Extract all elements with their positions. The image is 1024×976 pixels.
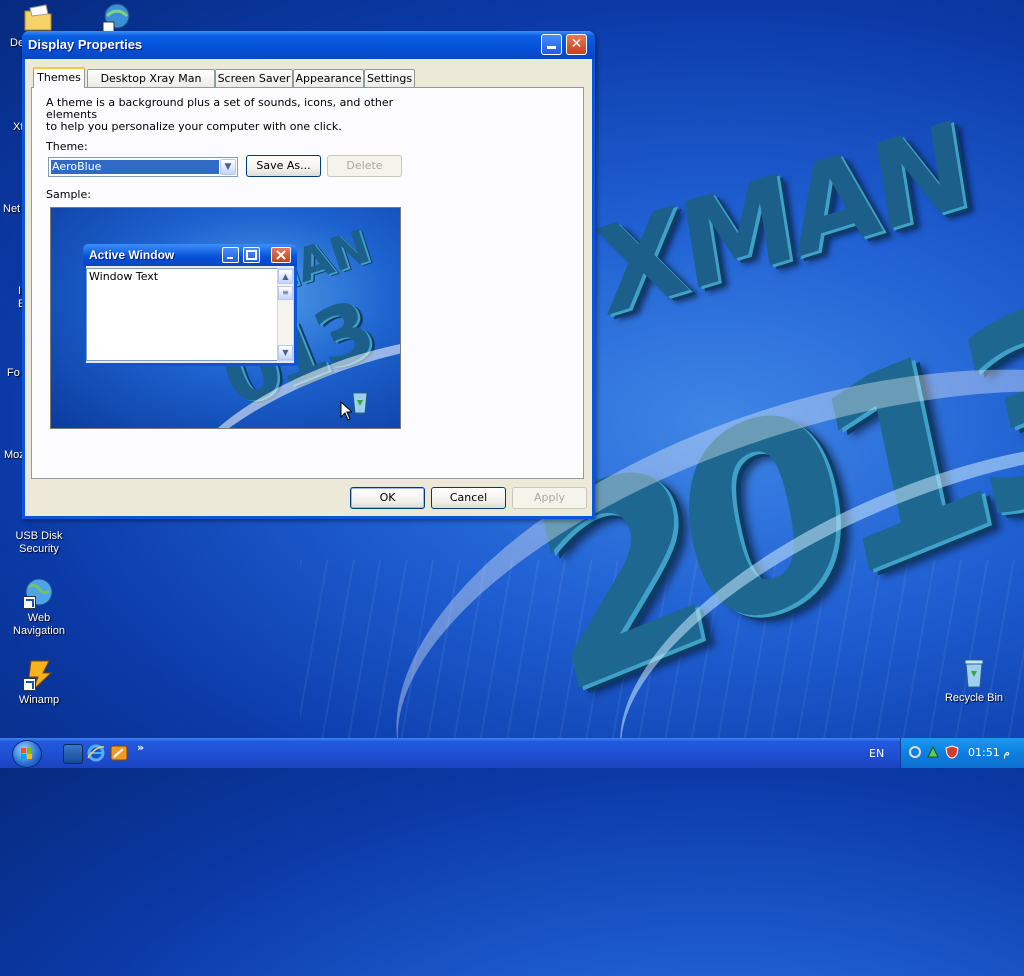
- tab-desktop-xray-man-2013[interactable]: Desktop Xray Man 2013: [87, 69, 215, 102]
- shortcut-arrow-icon: [23, 596, 36, 609]
- language-indicator[interactable]: EN: [869, 747, 884, 760]
- sample-active-window: Active Window Window Text ▲ ≡ ▼: [83, 244, 297, 366]
- desktop-icon-recycle-bin[interactable]: Recycle Bin: [936, 657, 1012, 705]
- chevron-down-icon[interactable]: ▼: [220, 159, 236, 175]
- desktop-icon-web-navigation[interactable]: Web Navigation: [1, 577, 77, 638]
- display-properties-window: Display Properties ✕ Themes Desktop Xray…: [22, 31, 595, 519]
- sample-scrollbar: ▲ ≡ ▼: [277, 268, 294, 361]
- desktop-icon-label: Web Navigation: [13, 612, 65, 637]
- theme-dropdown-value: AeroBlue: [50, 159, 220, 175]
- help-icon: [547, 46, 556, 49]
- tab-appearance[interactable]: Appearance: [293, 69, 364, 87]
- safely-remove-tray-icon[interactable]: [926, 745, 940, 762]
- theme-description: A theme is a background plus a set of so…: [46, 97, 446, 133]
- theme-label: Theme:: [46, 140, 88, 153]
- shortcut-arrow-icon: [23, 678, 36, 691]
- desktop-icon-usb-disk-security[interactable]: USB Disk Security: [1, 520, 77, 556]
- close-icon: [271, 247, 291, 263]
- show-desktop-icon[interactable]: [63, 744, 83, 764]
- dialog-client-area: Themes Desktop Xray Man 2013 Screen Save…: [25, 59, 592, 516]
- minimize-icon: [222, 247, 239, 263]
- folder-icon: [22, 2, 54, 34]
- tab-screen-saver[interactable]: Screen Saver: [215, 69, 293, 87]
- desktop-icon-winamp[interactable]: Winamp: [1, 659, 77, 707]
- recycle-bin-icon: [352, 392, 368, 414]
- sample-window-client: Window Text ▲ ≡ ▼: [86, 266, 294, 363]
- sample-window-title: Active Window: [89, 248, 175, 262]
- title-bar[interactable]: Display Properties ✕: [22, 31, 595, 59]
- mouse-cursor-icon: [340, 401, 352, 421]
- close-icon: ✕: [570, 36, 583, 52]
- windows-logo-icon: [21, 748, 32, 759]
- desktop-icon-label: USB Disk Security: [15, 530, 63, 555]
- help-button[interactable]: [541, 34, 562, 55]
- window-title: Display Properties: [28, 37, 143, 52]
- description-line-2: to help you personalize your computer wi…: [46, 120, 342, 133]
- network-icon: [100, 2, 132, 34]
- tab-themes[interactable]: Themes: [33, 67, 85, 88]
- sample-window-text-value: Window Text: [89, 270, 159, 283]
- taskbar: » EN 01:51 م: [0, 738, 1024, 768]
- web-navigation-icon: [23, 577, 55, 609]
- sample-window-text: Window Text: [86, 268, 278, 361]
- scroll-thumb: ≡: [278, 286, 293, 300]
- network-tray-icon[interactable]: [908, 745, 922, 762]
- clock[interactable]: 01:51 م: [968, 746, 1010, 759]
- ok-button[interactable]: OK: [350, 487, 425, 509]
- quick-launch-more-button[interactable]: »: [137, 741, 144, 754]
- desktop-icon-label: Winamp: [18, 694, 60, 706]
- apply-button[interactable]: Apply: [512, 487, 587, 509]
- sample-title-bar: Active Window: [83, 244, 297, 266]
- save-as-button[interactable]: Save As...: [246, 155, 321, 177]
- themes-panel: A theme is a background plus a set of so…: [31, 87, 584, 479]
- theme-dropdown[interactable]: AeroBlue ▼: [48, 157, 238, 177]
- theme-sample-preview: MAN 013 Active Window: [50, 207, 401, 429]
- sample-label: Sample:: [46, 188, 91, 201]
- scroll-down-icon: ▼: [278, 345, 293, 360]
- cancel-button[interactable]: Cancel: [431, 487, 506, 509]
- desktop-icon-label: Recycle Bin: [944, 692, 1004, 704]
- description-line-1: A theme is a background plus a set of so…: [46, 96, 394, 121]
- start-button[interactable]: [12, 740, 42, 768]
- maximize-icon: [243, 247, 260, 263]
- internet-explorer-icon[interactable]: [87, 744, 105, 762]
- recycle-bin-icon: [958, 657, 990, 689]
- winamp-icon: [23, 659, 55, 691]
- scroll-up-icon: ▲: [278, 269, 293, 284]
- tab-settings[interactable]: Settings: [364, 69, 415, 87]
- close-button[interactable]: ✕: [566, 34, 587, 55]
- delete-button[interactable]: Delete: [327, 155, 402, 177]
- security-shield-icon[interactable]: [945, 745, 959, 762]
- media-player-icon[interactable]: [110, 744, 128, 762]
